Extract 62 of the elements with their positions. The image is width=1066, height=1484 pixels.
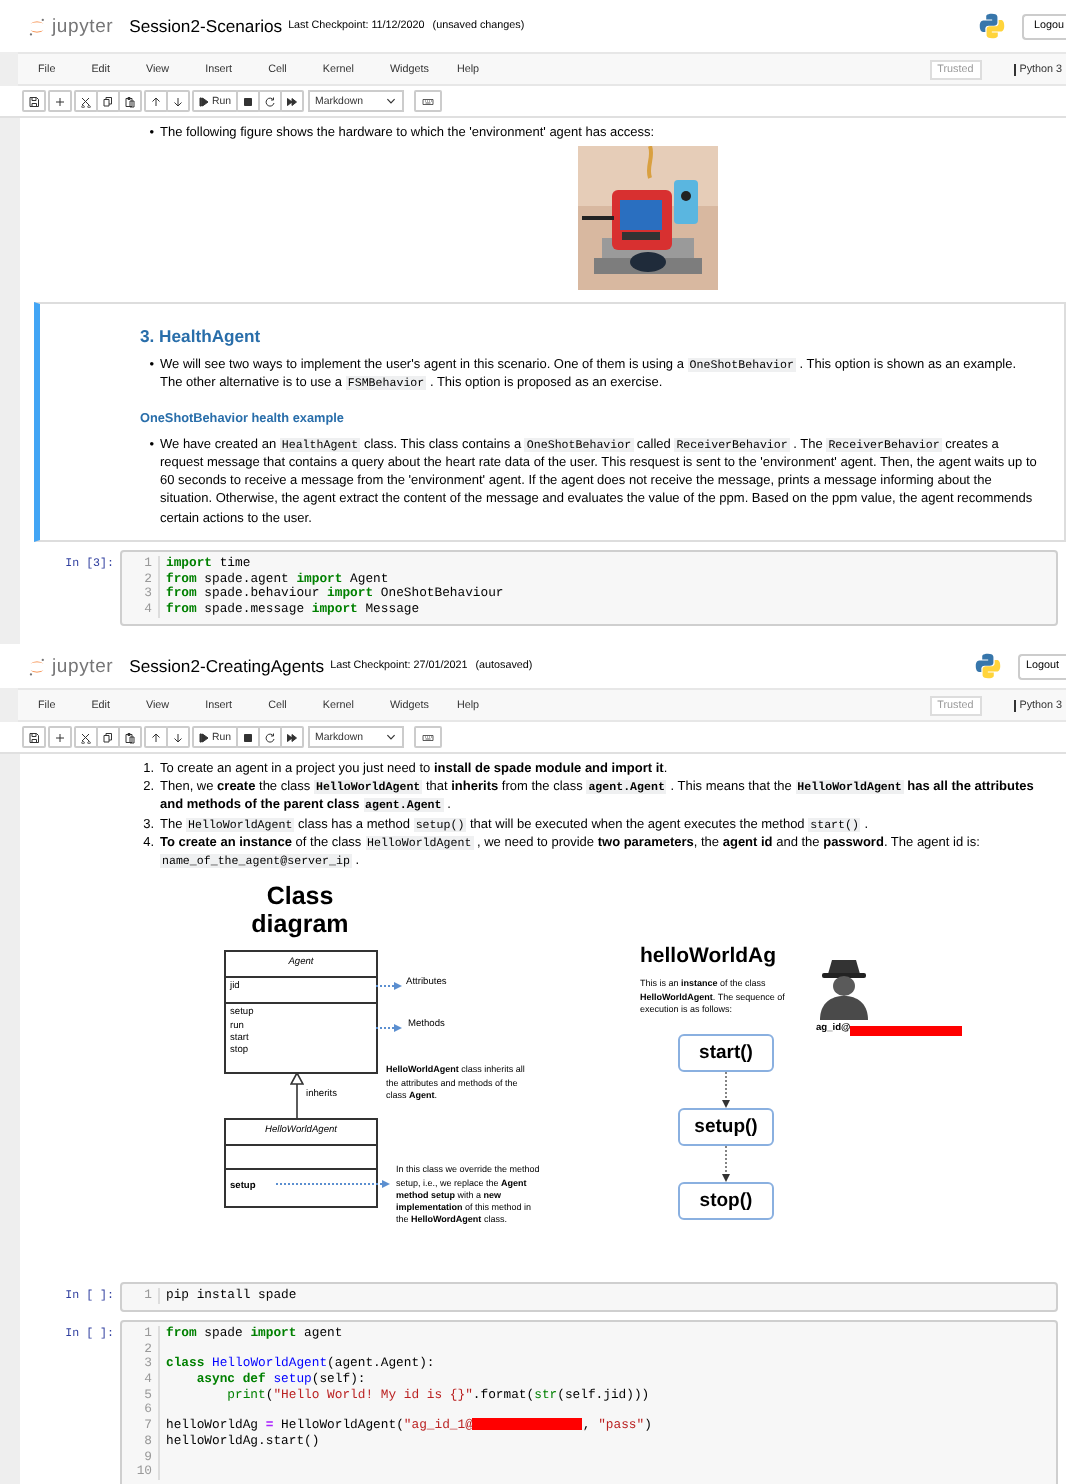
fast-forward-icon bbox=[285, 731, 298, 743]
restart-icon bbox=[263, 95, 276, 107]
up-arrow-icon bbox=[150, 731, 162, 743]
dotted-arrow bbox=[720, 1072, 732, 1109]
scissors-icon bbox=[80, 731, 92, 743]
code-editor[interactable] bbox=[120, 1319, 1058, 1484]
redaction-bar bbox=[850, 1025, 963, 1036]
toolbar-button[interactable] bbox=[22, 90, 46, 112]
toolbar-button[interactable] bbox=[235, 90, 260, 112]
toolbar-button[interactable] bbox=[74, 90, 98, 112]
step-forward-icon bbox=[198, 95, 210, 107]
toolbar-button[interactable] bbox=[74, 726, 98, 748]
sequence-step: stop() bbox=[678, 1182, 774, 1221]
toolbar-button[interactable] bbox=[96, 726, 120, 748]
toolbar-button[interactable] bbox=[279, 726, 304, 748]
plus-icon bbox=[54, 95, 66, 107]
clipboard-icon bbox=[124, 95, 136, 107]
selected-cell[interactable] bbox=[34, 302, 1066, 542]
notebook-title[interactable]: Session2-CreatingAgents bbox=[129, 656, 325, 676]
caret-icon bbox=[385, 734, 396, 740]
person-silhouette-icon bbox=[816, 956, 872, 1021]
stop-icon bbox=[241, 731, 254, 743]
copy-icon bbox=[102, 731, 114, 743]
stop-icon bbox=[241, 95, 254, 107]
dotted-arrow bbox=[376, 1022, 402, 1035]
keyboard-icon bbox=[421, 95, 434, 107]
diagram-title: Class diagram bbox=[249, 882, 351, 939]
clipboard-icon bbox=[124, 731, 136, 743]
save-icon bbox=[28, 731, 40, 743]
brand-name[interactable]: jupyter bbox=[52, 15, 114, 37]
fast-forward-icon bbox=[285, 95, 298, 107]
toolbar-button[interactable] bbox=[118, 726, 142, 748]
toolbar-button[interactable] bbox=[235, 726, 260, 748]
up-arrow-icon bbox=[150, 95, 162, 107]
toolbar-button[interactable] bbox=[279, 90, 304, 112]
scissors-icon bbox=[80, 95, 92, 107]
brand-name[interactable]: jupyter bbox=[52, 655, 114, 677]
down-arrow-icon bbox=[172, 731, 184, 743]
python-logo-icon bbox=[978, 12, 1006, 40]
notebook-title[interactable]: Session2-Scenarios bbox=[129, 16, 283, 36]
keyboard-icon bbox=[421, 731, 434, 743]
save-icon bbox=[28, 95, 40, 107]
down-arrow-icon bbox=[172, 95, 184, 107]
plus-icon bbox=[54, 731, 66, 743]
dotted-arrow bbox=[376, 980, 402, 993]
toolbar-button[interactable] bbox=[118, 90, 142, 112]
step-forward-icon bbox=[198, 731, 210, 743]
toolbar-button[interactable] bbox=[22, 726, 46, 748]
section-heading: 3. HealthAgent bbox=[140, 326, 263, 349]
toolbar-button[interactable] bbox=[96, 90, 120, 112]
sequence-step: setup() bbox=[678, 1108, 774, 1147]
toolbar-button[interactable] bbox=[413, 90, 442, 112]
dotted-arrow bbox=[276, 1178, 390, 1191]
redaction-bar bbox=[472, 1418, 583, 1431]
sequence-step: start() bbox=[678, 1034, 774, 1073]
restart-icon bbox=[263, 731, 276, 743]
dotted-arrow bbox=[720, 1146, 732, 1183]
instance-title: helloWorldAg bbox=[640, 944, 777, 971]
caret-icon bbox=[385, 98, 396, 104]
python-logo-icon bbox=[974, 652, 1002, 680]
copy-icon bbox=[102, 95, 114, 107]
toolbar-button[interactable] bbox=[413, 726, 442, 748]
